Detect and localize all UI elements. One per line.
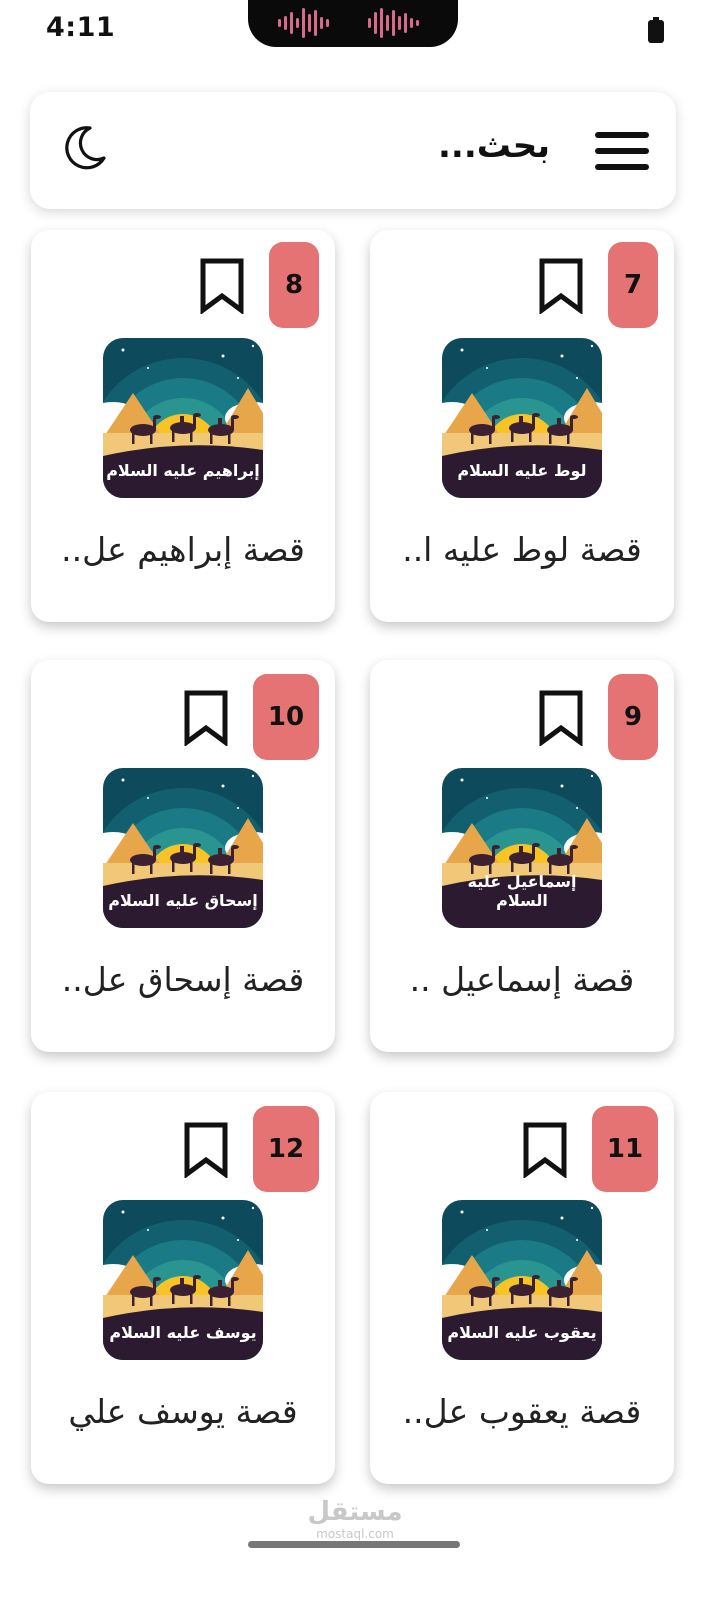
thumbnail-caption: لوط عليه السلام	[457, 461, 587, 480]
bookmark-icon[interactable]	[538, 690, 584, 746]
search-bar[interactable]: بحث...	[30, 92, 676, 209]
thumbnail-caption: إسحاق عليه السلام	[108, 891, 258, 910]
story-thumbnail: إسحاق عليه السلام	[103, 768, 263, 928]
story-title: قصة إسحاق عل..	[61, 960, 305, 999]
story-card[interactable]: 8 إبراهيم عليه السلام قصة إبراهيم عل..	[31, 230, 335, 622]
story-number-badge: 11	[592, 1106, 658, 1192]
status-time: 4:11	[46, 12, 116, 43]
story-number-badge: 7	[608, 242, 658, 328]
story-card[interactable]: 10 إسحاق عليه السلام قصة إسحاق عل..	[31, 660, 335, 1052]
status-bar: 4:11	[0, 0, 720, 64]
story-title: قصة يوسف علي	[68, 1392, 298, 1431]
bookmark-icon[interactable]	[199, 258, 245, 314]
watermark-arabic: مستقل	[307, 1497, 403, 1527]
story-thumbnail: إبراهيم عليه السلام	[103, 338, 263, 498]
story-title: قصة لوط عليه ا..	[402, 530, 642, 569]
story-title: قصة يعقوب عل..	[402, 1392, 642, 1431]
battery-icon	[648, 17, 664, 43]
story-thumbnail: لوط عليه السلام	[442, 338, 602, 498]
bookmark-icon[interactable]	[183, 690, 229, 746]
dynamic-island	[248, 0, 458, 47]
bookmark-icon[interactable]	[183, 1122, 229, 1178]
thumbnail-caption: إبراهيم عليه السلام	[106, 461, 260, 480]
thumbnail-caption: يوسف عليه السلام	[109, 1323, 257, 1342]
story-number-badge: 9	[608, 674, 658, 760]
story-card[interactable]: 9 إسماعيل عليه السلام قصة إسماعيل ..	[370, 660, 674, 1052]
bookmark-icon[interactable]	[538, 258, 584, 314]
story-thumbnail: إسماعيل عليه السلام	[442, 768, 602, 928]
moon-icon[interactable]	[60, 124, 108, 172]
watermark-latin: mostaql.com	[316, 1527, 394, 1541]
story-title: قصة إسماعيل ..	[409, 960, 635, 999]
hamburger-menu-icon[interactable]	[595, 132, 649, 170]
story-card[interactable]: 12 يوسف عليه السلام قصة يوسف علي	[31, 1092, 335, 1484]
thumbnail-caption: يعقوب عليه السلام	[447, 1323, 597, 1342]
audio-waveform-icon	[278, 8, 419, 38]
story-thumbnail: يعقوب عليه السلام	[442, 1200, 602, 1360]
story-card[interactable]: 7 لوط عليه السلام قصة لوط عليه ا..	[370, 230, 674, 622]
story-number-badge: 8	[269, 242, 319, 328]
bookmark-icon[interactable]	[522, 1122, 568, 1178]
thumbnail-caption: إسماعيل عليه السلام	[467, 872, 577, 910]
watermark: مستقل mostaql.com	[300, 1497, 410, 1541]
home-indicator[interactable]	[248, 1541, 460, 1548]
story-thumbnail: يوسف عليه السلام	[103, 1200, 263, 1360]
story-number-badge: 10	[253, 674, 319, 760]
story-title: قصة إبراهيم عل..	[61, 530, 305, 569]
search-input[interactable]: بحث...	[438, 126, 550, 166]
story-card[interactable]: 11 يعقوب عليه السلام قصة يعقوب عل..	[370, 1092, 674, 1484]
story-number-badge: 12	[253, 1106, 319, 1192]
